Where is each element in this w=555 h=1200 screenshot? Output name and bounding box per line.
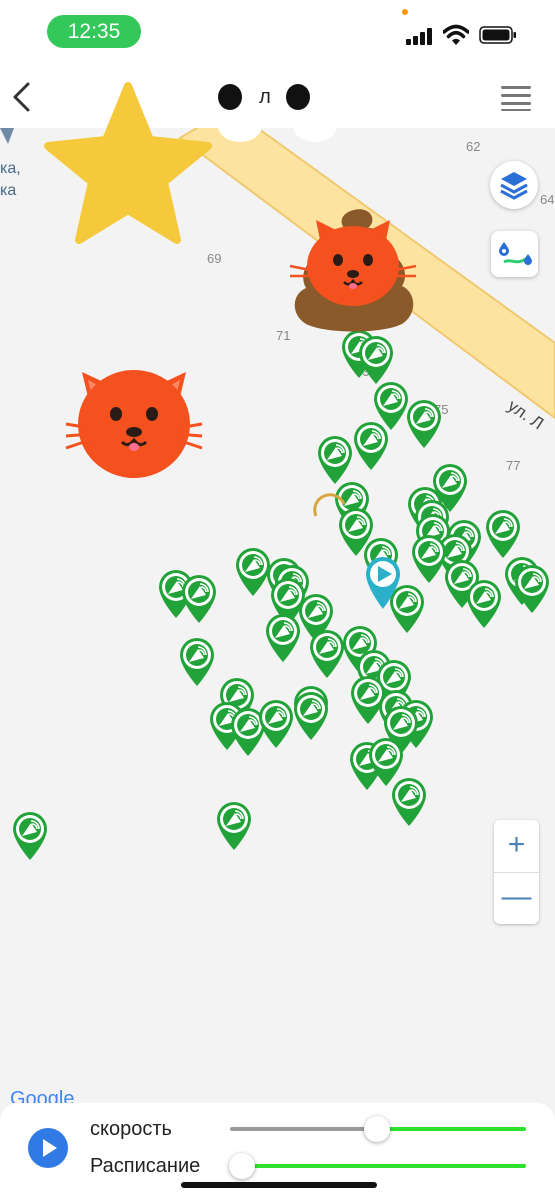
- layers-icon: [500, 172, 528, 200]
- star-sticker: [44, 82, 212, 244]
- place-label: ка, ка: [0, 158, 21, 202]
- bus-stop-marker-icon[interactable]: [357, 334, 395, 386]
- vehicle-arrow-icon[interactable]: [363, 553, 403, 611]
- zoom-controls: + —: [494, 820, 539, 924]
- speed-slider-track[interactable]: [230, 1127, 378, 1131]
- back-button[interactable]: [6, 80, 38, 114]
- speed-slider-track-fill[interactable]: [378, 1127, 526, 1131]
- bus-stop-marker-icon[interactable]: [292, 690, 330, 742]
- cellular-signal-icon: [406, 28, 432, 45]
- route-button[interactable]: [491, 231, 538, 277]
- layers-button[interactable]: [490, 161, 538, 209]
- loading-arc: [313, 493, 346, 517]
- bus-stop-marker-icon[interactable]: [264, 612, 302, 664]
- speed-label: скорость: [90, 1118, 172, 1140]
- schedule-slider-track[interactable]: [243, 1164, 526, 1168]
- wifi-icon: [443, 24, 469, 45]
- map-view[interactable]: ка, ка ул. Л 62 64 69 71 73 75 77 + — G: [0, 128, 555, 1103]
- bus-stop-marker-icon[interactable]: [484, 508, 522, 560]
- redaction-mark: [218, 84, 242, 110]
- bus-stop-marker-icon[interactable]: [390, 776, 428, 828]
- home-indicator: [181, 1182, 377, 1188]
- house-number: 69: [207, 251, 222, 266]
- privacy-indicator: [402, 9, 408, 15]
- bus-stop-marker-icon[interactable]: [180, 573, 218, 625]
- route-icon: [499, 242, 532, 265]
- redaction-mark: [286, 84, 310, 110]
- header-decoration: [215, 110, 340, 152]
- bus-stop-marker-icon[interactable]: [352, 420, 390, 472]
- playback-panel: скорость Расписание: [0, 1103, 555, 1200]
- bus-stop-marker-icon[interactable]: [257, 698, 295, 750]
- page-title-area: л: [200, 82, 330, 112]
- hamburger-icon[interactable]: [500, 84, 532, 112]
- zoom-out-button[interactable]: —: [494, 872, 539, 924]
- bus-stop-marker-icon[interactable]: [11, 810, 49, 862]
- bus-stop-marker-icon[interactable]: [215, 800, 253, 852]
- status-time: 12:35: [47, 15, 141, 48]
- status-bar: 12:35: [0, 0, 555, 62]
- poop-cat-sticker: [289, 209, 417, 332]
- zoom-in-button[interactable]: +: [494, 820, 539, 873]
- place-label-line: ка,: [0, 160, 21, 177]
- bus-stop-marker-icon[interactable]: [405, 398, 443, 450]
- battery-icon: [479, 26, 516, 44]
- house-number: 62: [466, 139, 481, 154]
- house-number: 77: [506, 458, 521, 473]
- google-attribution: Google: [10, 1088, 75, 1103]
- bus-stop-marker-icon[interactable]: [465, 578, 503, 630]
- bus-stop-marker-icon[interactable]: [410, 533, 448, 585]
- schedule-slider-thumb[interactable]: [229, 1153, 255, 1179]
- cat-face-sticker: [65, 370, 203, 478]
- play-button[interactable]: [28, 1128, 68, 1168]
- location-arrow-icon: [0, 128, 14, 144]
- place-label-line: ка: [0, 182, 17, 199]
- schedule-label: Расписание: [90, 1155, 201, 1177]
- speed-slider-thumb[interactable]: [364, 1116, 390, 1142]
- house-number: 64: [540, 192, 555, 207]
- bus-stop-marker-icon[interactable]: [316, 434, 354, 486]
- bus-stop-marker-icon[interactable]: [513, 563, 551, 615]
- bus-stop-marker-icon[interactable]: [178, 636, 216, 688]
